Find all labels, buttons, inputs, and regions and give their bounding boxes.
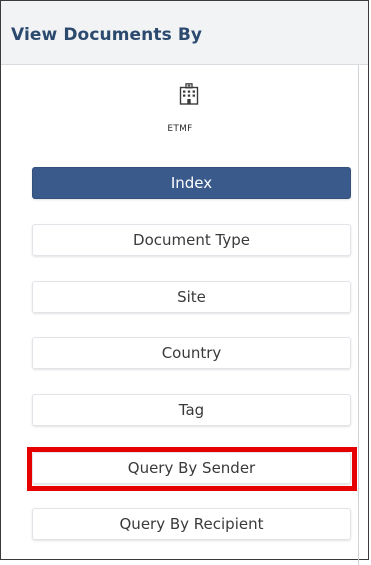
document-type-button[interactable]: Document Type	[32, 224, 351, 256]
country-button[interactable]: Country	[32, 337, 351, 369]
highlight-box	[27, 447, 357, 491]
panel-title: View Documents By	[11, 25, 203, 45]
query-by-recipient-button[interactable]: Query By Recipient	[32, 508, 351, 540]
index-button[interactable]: Index	[32, 167, 351, 199]
etmf-label: ETMF	[167, 124, 193, 134]
panel-header: View Documents By	[1, 1, 368, 65]
view-documents-panel: View Documents By ETMF Index Document Ty…	[0, 0, 369, 565]
building-icon	[179, 83, 199, 105]
site-button[interactable]: Site	[32, 281, 351, 313]
tag-button[interactable]: Tag	[32, 394, 351, 426]
